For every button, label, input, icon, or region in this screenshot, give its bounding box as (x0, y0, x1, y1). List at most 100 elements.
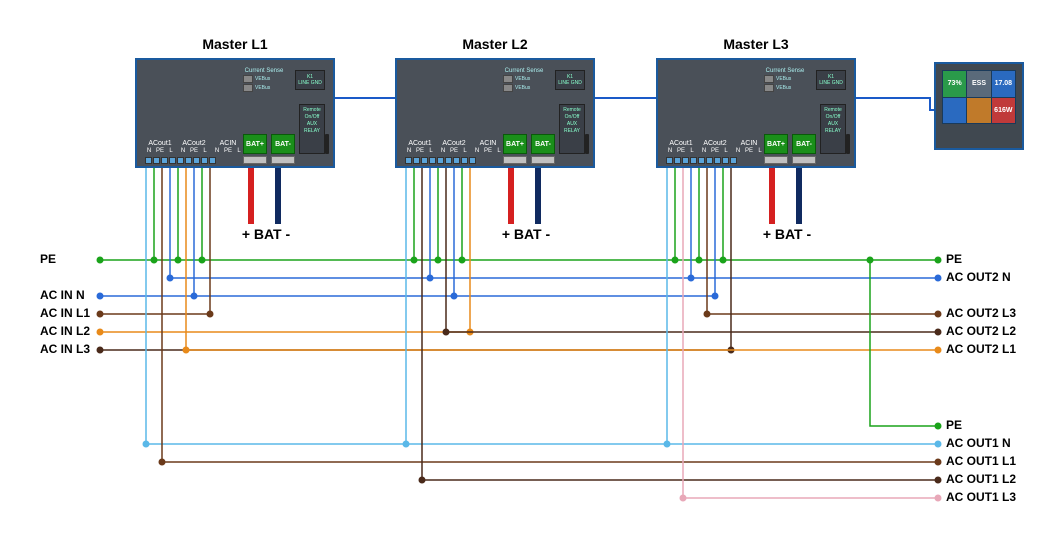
screw-terminal (445, 157, 452, 164)
k1-relay-block: K1LINE GND (816, 70, 846, 90)
port-pin-label: PE (156, 148, 164, 154)
port-pin-label: L (756, 148, 764, 154)
aux-label: Remote (824, 107, 842, 113)
bus-label-right: AC OUT2 N (946, 270, 1011, 284)
relay-label: LINE GND (298, 80, 322, 86)
screw-terminal (201, 157, 208, 164)
screw-terminal (690, 157, 697, 164)
inverter-title: Master L2 (397, 36, 593, 52)
aux-relay-block: RemoteOn/OffAUXRELAY (559, 104, 585, 154)
port-group-header: ACIN (220, 140, 237, 147)
aux-relay-block: RemoteOn/OffAUXRELAY (299, 104, 325, 154)
power-switch (325, 134, 329, 154)
current-sense-label: Current Sense (503, 68, 545, 74)
port-group-header: ACout2 (703, 140, 726, 147)
bus-label-right: AC OUT2 L3 (946, 306, 1016, 320)
aux-label: Remote (303, 107, 321, 113)
diagram-stage: 73%ESS17.08616W Master L1ACout1NPELACout… (0, 0, 1052, 542)
screw-terminal (413, 157, 420, 164)
screw-terminal (674, 157, 681, 164)
aux-label: Remote (563, 107, 581, 113)
screw-terminal (469, 157, 476, 164)
bus-label-right: AC OUT1 L1 (946, 454, 1016, 468)
aux-label: RELAY (825, 128, 841, 134)
port-pin-label: PE (224, 148, 232, 154)
port-pin-label: L (722, 148, 730, 154)
bus-label-right: PE (946, 418, 962, 432)
port-pin-label: N (700, 148, 708, 154)
port-pin-label: PE (711, 148, 719, 154)
aux-label: AUX (828, 121, 838, 127)
aux-label: On/Off (826, 114, 841, 120)
port-group-header: ACout1 (148, 140, 171, 147)
aux-label: On/Off (565, 114, 580, 120)
port-pin-label: PE (484, 148, 492, 154)
port-pin-label: L (495, 148, 503, 154)
port-group-header: ACout2 (442, 140, 465, 147)
aux-label: AUX (307, 121, 317, 127)
bat-lead-pos (769, 168, 775, 224)
bus-label-left: AC IN L1 (40, 306, 90, 320)
bat-caption: + BAT - (491, 226, 561, 242)
bus-label-left: AC IN N (40, 288, 85, 302)
bat-lead-pos (248, 168, 254, 224)
port-pin-label: N (473, 148, 481, 154)
screw-terminal (461, 157, 468, 164)
port-pin-label: L (427, 148, 435, 154)
power-switch (585, 134, 589, 154)
bat-caption: + BAT - (752, 226, 822, 242)
screw-terminal (682, 157, 689, 164)
vebus-port (503, 75, 513, 83)
screw-terminal (185, 157, 192, 164)
current-sense-label: Current Sense (243, 68, 285, 74)
screw-terminal (429, 157, 436, 164)
current-sense-label: Current Sense (764, 68, 806, 74)
screw-terminal (453, 157, 460, 164)
bat-lead-neg (796, 168, 802, 224)
vebus-port (243, 75, 253, 83)
bus-label-right: AC OUT1 L2 (946, 472, 1016, 486)
port-pin-label: PE (450, 148, 458, 154)
inverter-3: Master L3ACout1NPELACout2NPELACINNPELRem… (656, 58, 856, 168)
port-pin-label: L (688, 148, 696, 154)
vebus-port (503, 84, 513, 92)
inverter-title: Master L3 (658, 36, 854, 52)
bus-label-right: PE (946, 252, 962, 266)
screw-terminal (714, 157, 721, 164)
bat-positive: BAT+ (764, 134, 788, 154)
vebus-label: VEBus (255, 76, 270, 82)
port-pin-label: L (167, 148, 175, 154)
bat-positive: BAT+ (243, 134, 267, 154)
port-pin-label: N (439, 148, 447, 154)
display-tile: 616W (992, 98, 1015, 124)
vebus-port (764, 75, 774, 83)
aux-label: On/Off (305, 114, 320, 120)
port-pin-label: PE (416, 148, 424, 154)
inverter-title: Master L1 (137, 36, 333, 52)
screw-terminal (145, 157, 152, 164)
port-group-header: ACIN (741, 140, 758, 147)
port-pin-label: N (405, 148, 413, 154)
port-pin-label: N (179, 148, 187, 154)
display-screen: 73%ESS17.08616W (942, 70, 1016, 124)
screw-terminal (209, 157, 216, 164)
port-pin-label: L (235, 148, 243, 154)
screw-terminal (169, 157, 176, 164)
aux-label: RELAY (304, 128, 320, 134)
screw-terminal (698, 157, 705, 164)
port-group-header: ACIN (480, 140, 497, 147)
screw-terminal (722, 157, 729, 164)
vebus-label: VEBus (776, 76, 791, 82)
screw-terminal (666, 157, 673, 164)
screw-terminal (153, 157, 160, 164)
display-tile: ESS (967, 71, 990, 97)
k1-relay-block: K1LINE GND (555, 70, 585, 90)
aux-label: RELAY (564, 128, 580, 134)
vebus-label: VEBus (255, 85, 270, 91)
display-tile: 73% (943, 71, 966, 97)
comm-panel: Current SenseVEBusVEBus (764, 68, 806, 116)
aux-label: AUX (567, 121, 577, 127)
comm-panel: Current SenseVEBusVEBus (503, 68, 545, 116)
port-pin-label: L (461, 148, 469, 154)
bus-label-right: AC OUT1 L3 (946, 490, 1016, 504)
